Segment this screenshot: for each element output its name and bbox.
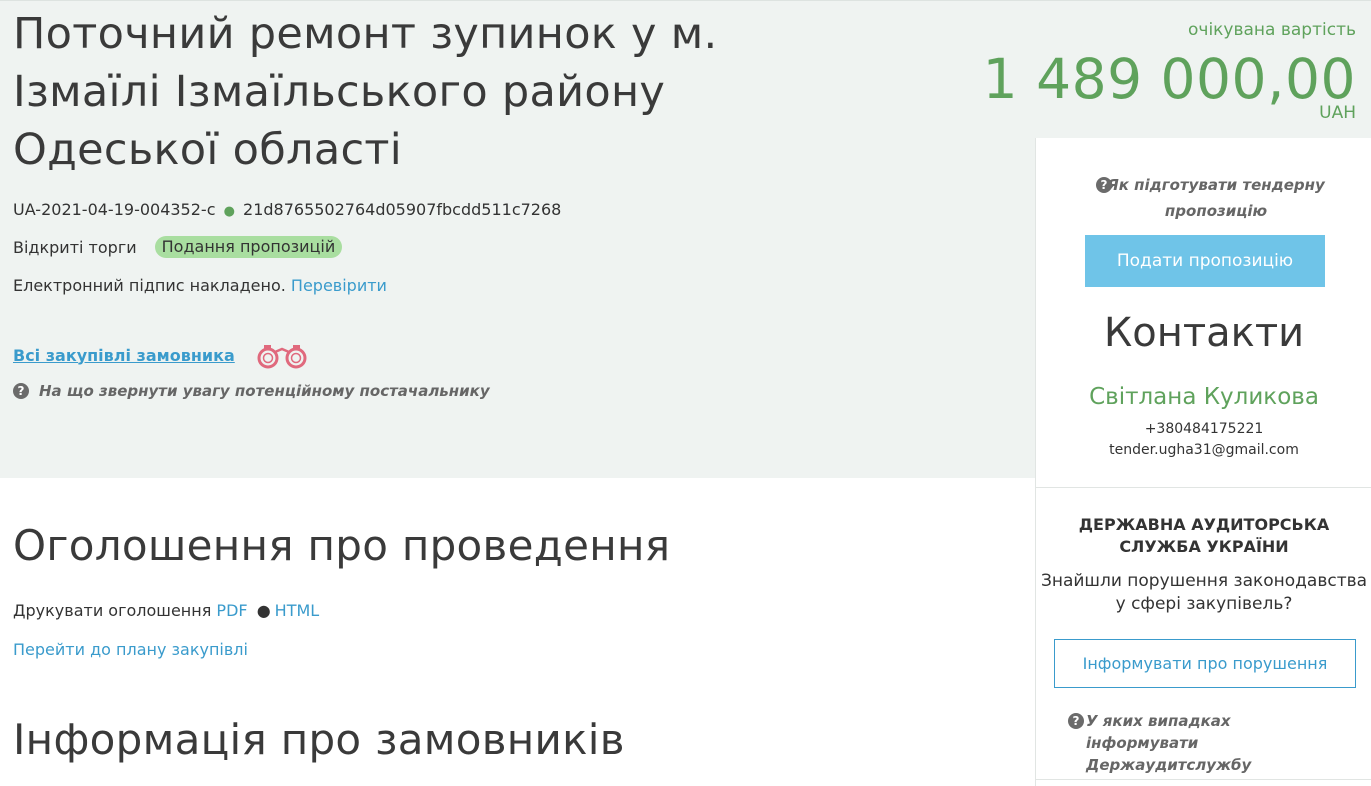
announcement-heading: Оголошення про проведення bbox=[13, 521, 671, 570]
print-html-link[interactable]: HTML bbox=[275, 601, 320, 620]
separator-dot-icon: ● bbox=[223, 204, 235, 219]
prepare-bid-hint-text: Як підготувати тендерну пропозицію bbox=[1107, 176, 1325, 220]
price-currency: UAH bbox=[1319, 103, 1356, 123]
tender-title: Поточний ремонт зупинок у м. Ізмаїлі Ізм… bbox=[13, 9, 718, 175]
binoculars-icon bbox=[257, 345, 307, 369]
prepare-bid-hint-link[interactable]: ? Як підготувати тендерну пропозицію bbox=[1096, 172, 1336, 224]
procedure-type: Відкриті торги bbox=[13, 237, 137, 257]
print-pdf-link[interactable]: PDF bbox=[216, 601, 247, 620]
all-customer-purchases-link[interactable]: Всі закупівлі замовника bbox=[13, 340, 309, 370]
report-violation-button[interactable]: Інформувати про порушення bbox=[1054, 639, 1356, 688]
expected-price-value: 1 489 000,00 bbox=[982, 47, 1356, 111]
print-announcement-row: Друкувати оголошення PDF ● HTML bbox=[13, 601, 319, 620]
all-customer-purchases-label: Всі закупівлі замовника bbox=[13, 345, 235, 365]
check-signature-link[interactable]: Перевірити bbox=[291, 276, 387, 295]
tender-id: UA-2021-04-19-004352-c bbox=[13, 200, 216, 219]
contact-phone: +380484175221 bbox=[1144, 421, 1264, 437]
signature-row: Електронний підпис накладено. Перевірити bbox=[13, 276, 387, 295]
sidebar: ? Як підготувати тендерну пропозицію Под… bbox=[1035, 138, 1371, 786]
question-circle-icon: ? bbox=[13, 383, 29, 399]
procurement-plan-link[interactable]: Перейти до плану закупівлі bbox=[13, 640, 248, 659]
signature-text: Електронний підпис накладено. bbox=[13, 276, 286, 295]
print-label: Друкувати оголошення bbox=[13, 601, 212, 620]
contacts-heading: Контакти bbox=[1103, 310, 1305, 356]
audit-service-title: ДЕРЖАВНА АУДИТОРСЬКА СЛУЖБА УКРАЇНИ bbox=[1078, 515, 1330, 556]
tender-page: Поточний ремонт зупинок у м. Ізмаїлі Ізм… bbox=[0, 0, 1371, 786]
sidebar-divider bbox=[1036, 779, 1371, 780]
expected-price-label: очікувана вартість bbox=[1188, 20, 1356, 40]
supplier-hint-text: На що звернути увагу потенційному постач… bbox=[39, 382, 490, 400]
audit-hint-text: У яких випадках інформувати Держаудитслу… bbox=[1086, 712, 1252, 774]
customers-heading: Інформація про замовників bbox=[13, 715, 625, 764]
contact-name: Світлана Куликова bbox=[1089, 384, 1319, 410]
question-circle-icon: ? bbox=[1068, 713, 1084, 729]
tender-hash: 21d8765502764d05907fbcdd511c7268 bbox=[243, 200, 562, 219]
supplier-hint-link[interactable]: ? На що звернути увагу потенційному пост… bbox=[13, 378, 490, 404]
tender-identifiers: UA-2021-04-19-004352-c ● 21d8765502764d0… bbox=[13, 200, 561, 219]
separator-dot-icon: ● bbox=[256, 601, 271, 620]
submit-bid-button[interactable]: Подати пропозицію bbox=[1085, 235, 1325, 287]
audit-hint-link[interactable]: ? У яких випадках інформувати Держаудитс… bbox=[1068, 710, 1348, 776]
status-badge: Подання пропозицій bbox=[154, 236, 343, 258]
audit-service-text: Знайшли порушення законодавства у сфері … bbox=[1040, 571, 1368, 614]
tender-procedure-row: Відкриті торги Подання пропозицій bbox=[13, 236, 343, 258]
contact-email: tender.ugha31@gmail.com bbox=[1109, 442, 1299, 458]
question-circle-icon: ? bbox=[1096, 177, 1112, 193]
sidebar-divider bbox=[1036, 487, 1371, 488]
